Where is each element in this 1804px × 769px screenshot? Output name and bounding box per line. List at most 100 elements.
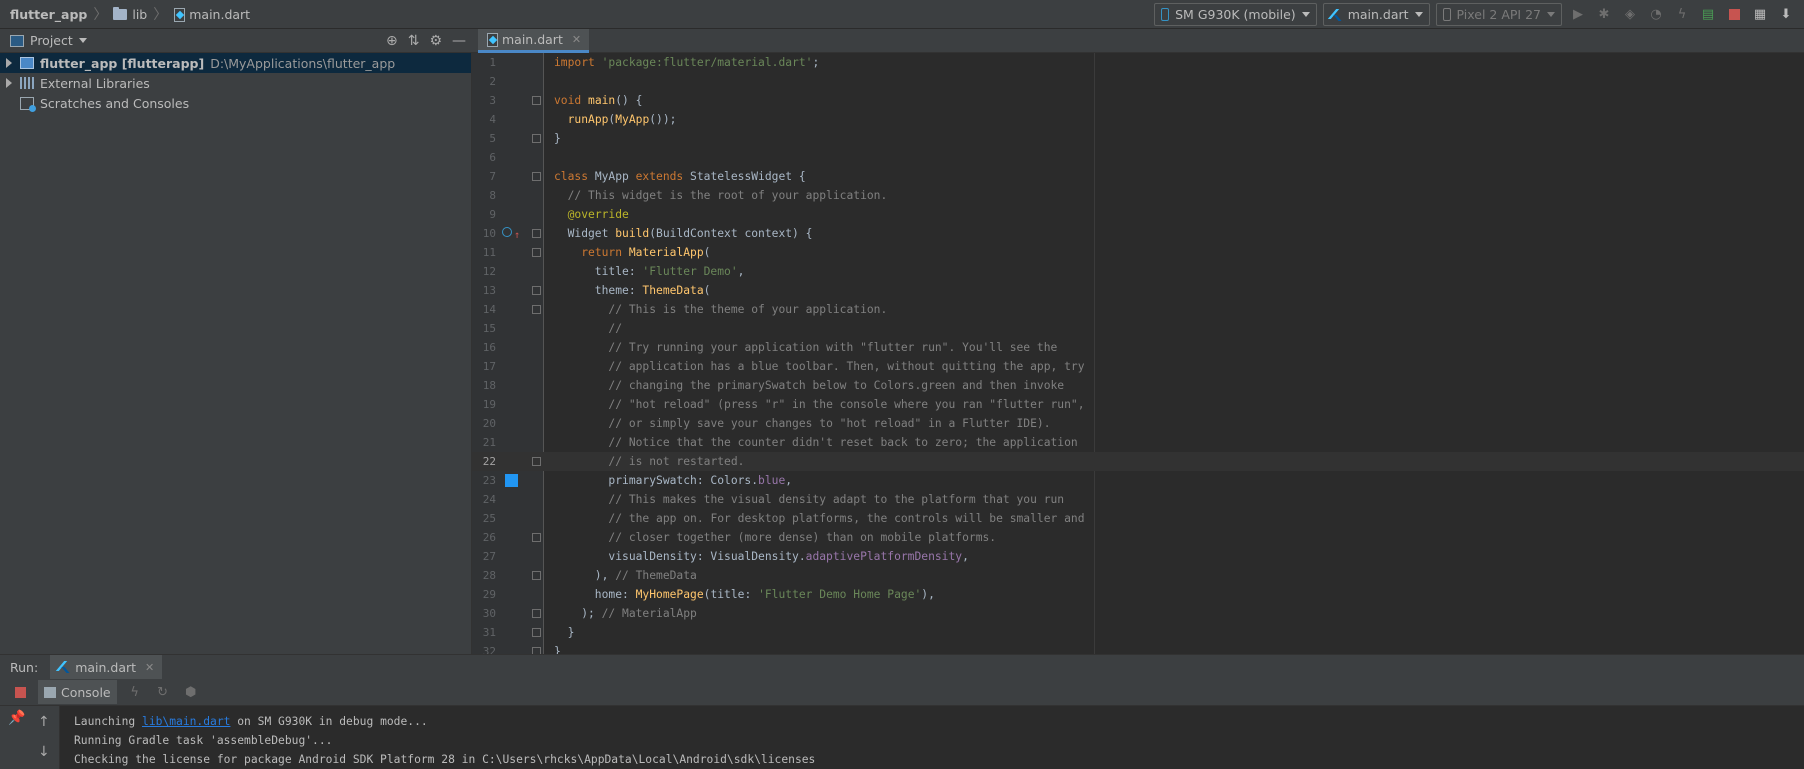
code-line[interactable]: 31 } <box>472 623 1804 642</box>
locate-icon[interactable]: ⊕ <box>386 33 398 49</box>
code-line[interactable]: 22 // is not restarted. <box>472 452 1804 471</box>
code-line[interactable]: 17 // application has a blue toolbar. Th… <box>472 357 1804 376</box>
code-line[interactable]: 2 <box>472 72 1804 91</box>
code-text: // application has a blue toolbar. Then,… <box>608 360 1085 373</box>
minimize-icon[interactable]: — <box>452 33 466 49</box>
breadcrumb-project[interactable]: flutter_app <box>10 7 87 22</box>
fold-marker-icon[interactable] <box>532 305 541 314</box>
fold-marker-icon[interactable] <box>532 134 541 143</box>
code-line[interactable]: 21 // Notice that the counter didn't res… <box>472 433 1804 452</box>
breadcrumb-file[interactable]: main.dart <box>173 7 250 22</box>
code-line[interactable]: 16 // Try running your application with … <box>472 338 1804 357</box>
line-number: 32 <box>482 645 496 654</box>
device-selector[interactable]: SM G930K (mobile) <box>1154 3 1317 26</box>
code-line[interactable]: 20 // or simply save your changes to "ho… <box>472 414 1804 433</box>
fold-marker-icon[interactable] <box>532 571 541 580</box>
line-number: 7 <box>489 170 496 183</box>
fold-marker-icon[interactable] <box>532 457 541 466</box>
tab-main-dart[interactable]: main.dart ✕ <box>478 29 590 53</box>
fold-marker-icon[interactable] <box>532 96 541 105</box>
run-tab-main-dart[interactable]: main.dart ✕ <box>50 654 163 680</box>
code-line[interactable]: 12 title: 'Flutter Demo', <box>472 262 1804 281</box>
run-tab-label: main.dart <box>75 659 137 675</box>
code-line[interactable]: 1 import 'package:flutter/material.dart'; <box>472 53 1804 72</box>
tree-item-external-libraries[interactable]: External Libraries <box>0 73 471 93</box>
breadcrumb-folder[interactable]: lib <box>113 6 147 22</box>
fold-marker-icon[interactable] <box>532 286 541 295</box>
code-line[interactable]: 24 // This makes the visual density adap… <box>472 490 1804 509</box>
fold-marker-icon[interactable] <box>532 533 541 542</box>
line-number: 15 <box>482 322 496 335</box>
code-line[interactable]: 9 @override <box>472 205 1804 224</box>
stop-run-button[interactable] <box>10 682 30 702</box>
code-line[interactable]: 10 ↑ Widget build(BuildContext context) { <box>472 224 1804 243</box>
code-text: ); // MaterialApp <box>554 607 697 620</box>
console-output[interactable]: Launching lib\main.dart on SM G930K in d… <box>60 706 1804 769</box>
file-link[interactable]: lib\main.dart <box>142 715 230 728</box>
code-line[interactable]: 25 // the app on. For desktop platforms,… <box>472 509 1804 528</box>
gear-icon[interactable]: ⚙ <box>429 33 442 49</box>
fold-marker-icon[interactable] <box>532 229 541 238</box>
tree-item-flutter-app[interactable]: flutter_app [flutterapp] D:\MyApplicatio… <box>0 53 471 73</box>
override-gutter-icon[interactable] <box>502 227 512 237</box>
project-view-selector[interactable]: Project <box>10 33 87 48</box>
tree-item-label: Scratches and Consoles <box>40 95 190 111</box>
stop-button[interactable] <box>1724 5 1744 25</box>
code-editor[interactable]: 1 import 'package:flutter/material.dart';… <box>472 53 1804 654</box>
code-line[interactable]: 32} <box>472 642 1804 654</box>
run-button[interactable]: ▶ <box>1568 5 1588 25</box>
scroll-up-icon[interactable]: ↑ <box>38 714 50 730</box>
close-icon[interactable]: ✕ <box>145 661 154 674</box>
code-line[interactable]: 11 return MaterialApp( <box>472 243 1804 262</box>
color-swatch-icon[interactable] <box>505 474 518 487</box>
console-icon <box>44 686 56 698</box>
code-line[interactable]: 19 // "hot reload" (press "r" in the con… <box>472 395 1804 414</box>
code-line[interactable]: 6 <box>472 148 1804 167</box>
expand-arrow-icon[interactable] <box>6 58 12 68</box>
fold-marker-icon[interactable] <box>532 647 541 654</box>
hot-reload-button[interactable]: ϟ <box>1672 5 1692 25</box>
line-number: 22 <box>482 455 496 468</box>
code-line[interactable]: 7 class MyApp extends StatelessWidget { <box>472 167 1804 186</box>
code-line[interactable]: 30 ); // MaterialApp <box>472 604 1804 623</box>
profile-button[interactable]: ◔ <box>1646 5 1666 25</box>
project-structure-button[interactable]: ▦ <box>1750 5 1770 25</box>
tab-console[interactable]: Console <box>38 680 117 704</box>
scroll-down-icon[interactable]: ↓ <box>38 744 50 760</box>
code-line[interactable]: 27 visualDensity: VisualDensity.adaptive… <box>472 547 1804 566</box>
code-line[interactable]: 15 // <box>472 319 1804 338</box>
code-line[interactable]: 8 // This widget is the root of your app… <box>472 186 1804 205</box>
close-icon[interactable]: ✕ <box>572 33 581 46</box>
phone-icon <box>1442 8 1451 21</box>
code-line[interactable]: 26 // closer together (more dense) than … <box>472 528 1804 547</box>
code-line[interactable]: 3 void main() { <box>472 91 1804 110</box>
devtools-button[interactable]: ⬢ <box>181 682 201 702</box>
tree-item-scratches[interactable]: Scratches and Consoles <box>0 93 471 113</box>
fold-marker-icon[interactable] <box>532 248 541 257</box>
run-config-selector[interactable]: main.dart <box>1322 3 1430 26</box>
code-line[interactable]: 13 theme: ThemeData( <box>472 281 1804 300</box>
code-line[interactable]: 23 primarySwatch: Colors.blue, <box>472 471 1804 490</box>
pin-icon[interactable]: 📌 <box>8 710 25 726</box>
code-text: } <box>554 132 561 145</box>
code-line[interactable]: 4 runApp(MyApp()); <box>472 110 1804 129</box>
code-line[interactable]: 5} <box>472 129 1804 148</box>
fold-marker-icon[interactable] <box>532 172 541 181</box>
coverage-button[interactable]: ◈ <box>1620 5 1640 25</box>
emulator-selector[interactable]: Pixel 2 API 27 <box>1435 3 1562 26</box>
device-file-button[interactable]: ▤ <box>1698 5 1718 25</box>
line-number: 11 <box>482 246 496 259</box>
code-line[interactable]: 29 home: MyHomePage(title: 'Flutter Demo… <box>472 585 1804 604</box>
code-line[interactable]: 18 // changing the primarySwatch below t… <box>472 376 1804 395</box>
fold-marker-icon[interactable] <box>532 609 541 618</box>
hot-restart-button[interactable]: ↻ <box>153 682 173 702</box>
expand-arrow-icon[interactable] <box>6 78 12 88</box>
fold-marker-icon[interactable] <box>532 628 541 637</box>
run-toolbar: Console ϟ ↻ ⬢ <box>0 679 1804 706</box>
code-line[interactable]: 28 ), // ThemeData <box>472 566 1804 585</box>
sdk-manager-button[interactable]: ⬇ <box>1776 5 1796 25</box>
collapse-all-icon[interactable]: ⇅ <box>408 33 420 49</box>
code-line[interactable]: 14 // This is the theme of your applicat… <box>472 300 1804 319</box>
debug-button[interactable]: ✱ <box>1594 5 1614 25</box>
hot-reload-button[interactable]: ϟ <box>125 682 145 702</box>
